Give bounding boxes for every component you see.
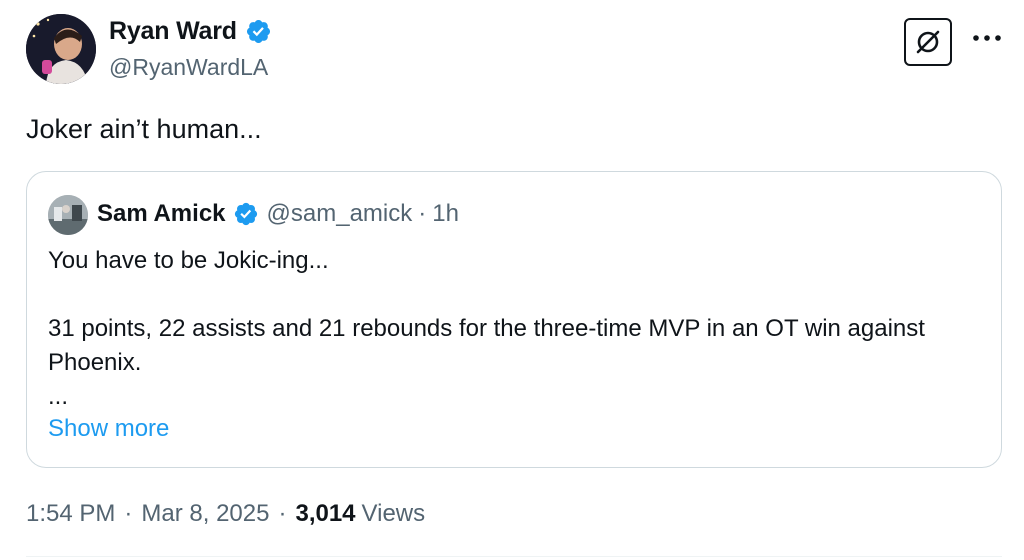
tweet-meta: 1:54 PM · Mar 8, 2025 · 3,014 Views xyxy=(26,500,425,528)
quoted-text-line: 31 points, 22 assists and 21 rebounds fo… xyxy=(48,315,925,376)
separator-dot: · xyxy=(278,500,287,527)
tweet: Ryan Ward @RyanWardLA Joker ain’t human.… xyxy=(0,0,1024,560)
grok-button[interactable] xyxy=(904,18,952,66)
views-label: Views xyxy=(361,500,426,527)
show-more-link[interactable]: Show more xyxy=(48,415,169,443)
divider xyxy=(26,556,1002,557)
author-name-text: Ryan Ward xyxy=(109,17,237,45)
quoted-author-avatar[interactable] xyxy=(48,195,88,235)
verified-badge-icon xyxy=(246,19,270,44)
quoted-author-name[interactable]: Sam Amick xyxy=(97,200,226,228)
profile-photo xyxy=(48,195,88,235)
more-options-button[interactable] xyxy=(970,26,1004,50)
more-dots-icon xyxy=(973,35,1001,41)
tweet-time[interactable]: 1:54 PM xyxy=(26,500,115,528)
quoted-text-ellipsis: ... xyxy=(48,383,69,410)
tweet-date[interactable]: Mar 8, 2025 xyxy=(141,500,269,528)
author-avatar[interactable] xyxy=(26,14,96,84)
quoted-text-line: You have to be Jokic-ing... xyxy=(48,247,329,274)
grok-icon xyxy=(916,30,940,54)
separator-dot: · xyxy=(418,200,427,227)
separator-dot: · xyxy=(124,500,133,527)
quoted-header: Sam Amick @sam_amick · 1h xyxy=(97,200,459,228)
quoted-text: You have to be Jokic-ing... 31 points, 2… xyxy=(48,244,978,414)
quoted-tweet-card[interactable]: Sam Amick @sam_amick · 1h You have to be… xyxy=(26,171,1002,468)
author-name[interactable]: Ryan Ward xyxy=(109,17,272,46)
author-handle[interactable]: @RyanWardLA xyxy=(109,54,268,81)
profile-photo xyxy=(26,14,96,84)
tweet-text: Joker ain’t human... xyxy=(26,114,262,144)
quoted-timestamp[interactable]: 1h xyxy=(432,200,459,228)
quoted-author-handle[interactable]: @sam_amick xyxy=(267,200,413,228)
verified-badge-icon xyxy=(234,202,257,226)
views-count[interactable]: 3,014 xyxy=(295,500,355,528)
